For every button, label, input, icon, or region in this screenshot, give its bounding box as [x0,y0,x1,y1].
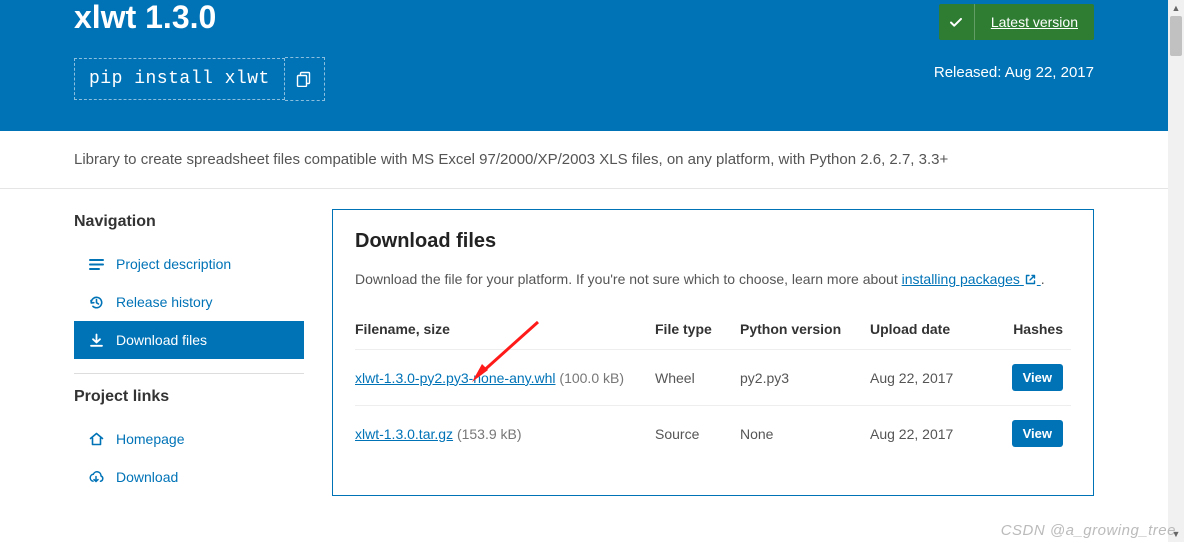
scrollbar-thumb[interactable] [1170,16,1182,56]
table-row: xlwt-1.3.0-py2.py3-none-any.whl (100.0 k… [355,350,1071,406]
sidebar-link-label: Homepage [116,431,185,447]
watermark: CSDN @a_growing_tree [1001,522,1176,539]
copy-pip-button[interactable] [285,57,325,101]
released-date: Released: Aug 22, 2017 [934,64,1094,81]
latest-version-badge[interactable]: Latest version [939,4,1094,40]
file-type: Wheel [655,350,740,406]
vertical-scrollbar[interactable]: ▲ ▼ [1168,0,1184,542]
download-icon [88,333,104,348]
table-row: xlwt-1.3.0.tar.gz (153.9 kB) Source None… [355,406,1071,462]
upload-date: Aug 22, 2017 [870,350,990,406]
sidebar-item-history[interactable]: Release history [74,283,304,321]
latest-version-label: Latest version [975,4,1094,40]
sidebar: Navigation Project description Release h… [74,209,304,496]
sidebar-item-label: Download files [116,332,207,348]
col-filename: Filename, size [355,311,655,350]
col-pyversion: Python version [740,311,870,350]
sidebar-item-label: Release history [116,294,213,310]
sidebar-item-download-files[interactable]: Download files [74,321,304,359]
package-summary: Library to create spreadsheet files comp… [54,131,1114,188]
view-hashes-button[interactable]: View [1012,364,1063,391]
project-links-heading: Project links [74,388,304,406]
scroll-up-arrow-icon[interactable]: ▲ [1168,0,1184,16]
copy-icon [296,71,312,87]
file-link[interactable]: xlwt-1.3.0-py2.py3-none-any.whl [355,370,556,386]
upload-date: Aug 22, 2017 [870,406,990,462]
pip-install-command: pip install xlwt [74,58,285,100]
summary-bar: Library to create spreadsheet files comp… [0,131,1168,189]
sidebar-link-homepage[interactable]: Homepage [74,420,304,458]
py-version: None [740,406,870,462]
scrollbar-track[interactable] [1168,16,1184,526]
home-icon [88,432,104,446]
external-link-icon [1024,271,1041,287]
file-type: Source [655,406,740,462]
cloud-download-icon [88,471,104,484]
sidebar-link-label: Download [116,469,178,485]
col-upload: Upload date [870,311,990,350]
package-title: xlwt 1.3.0 [74,0,934,35]
view-hashes-button[interactable]: View [1012,420,1063,447]
history-icon [88,295,104,310]
check-icon [939,4,975,40]
description-icon [88,258,104,271]
col-filetype: File type [655,311,740,350]
col-hashes: Hashes [990,311,1071,350]
panel-heading: Download files [355,230,1071,253]
hero-banner: xlwt 1.3.0 pip install xlwt [0,0,1168,131]
sidebar-item-description[interactable]: Project description [74,245,304,283]
files-table: Filename, size File type Python version … [355,311,1071,461]
py-version: py2.py3 [740,350,870,406]
file-size: (100.0 kB) [559,370,624,386]
file-link[interactable]: xlwt-1.3.0.tar.gz [355,426,453,442]
sidebar-link-download[interactable]: Download [74,458,304,496]
download-files-panel: Download files Download the file for you… [332,209,1094,496]
sidebar-item-label: Project description [116,256,231,272]
sidebar-divider [74,373,304,374]
installing-packages-link[interactable]: installing packages [902,271,1041,287]
file-size: (153.9 kB) [457,426,522,442]
panel-lead: Download the file for your platform. If … [355,271,1071,287]
nav-heading: Navigation [74,213,304,231]
